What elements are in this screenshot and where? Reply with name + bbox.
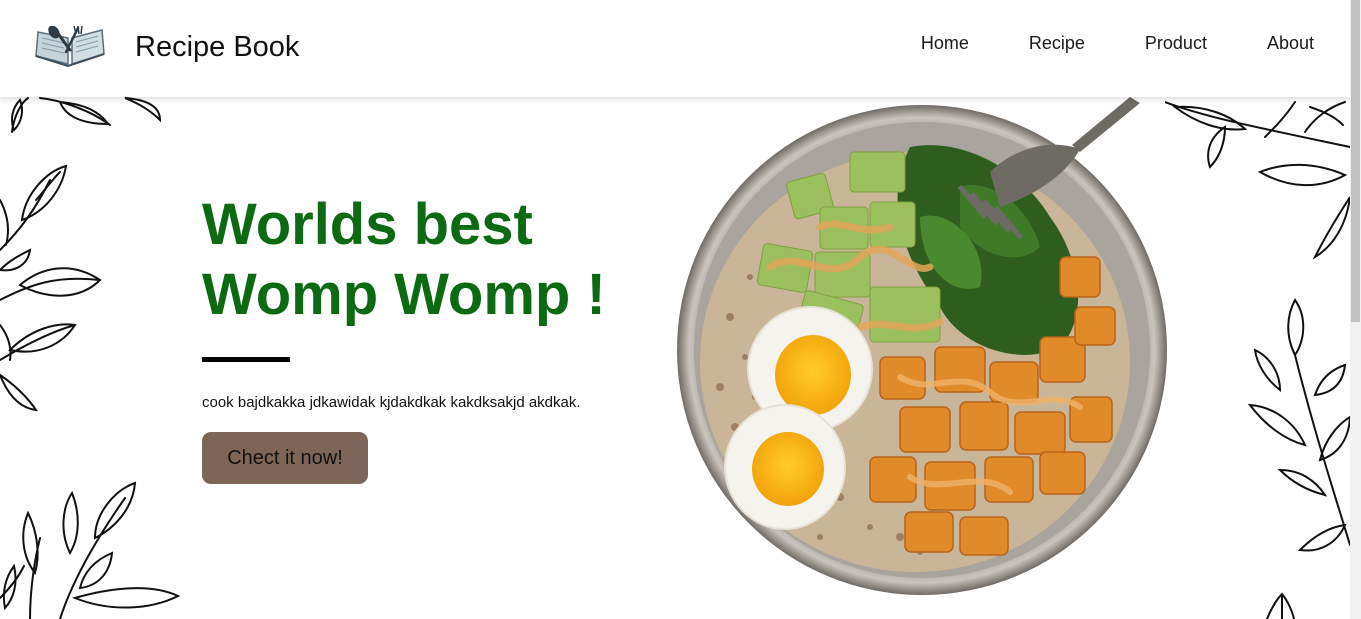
leaf-decoration-right-icon bbox=[1247, 298, 1350, 552]
leaf-decoration-bottom-left-icon bbox=[0, 481, 181, 619]
leaf-decoration-left-icon bbox=[0, 164, 102, 412]
main-nav: Home Recipe Product About bbox=[861, 33, 1314, 53]
scrollbar-thumb[interactable] bbox=[1351, 0, 1360, 322]
hero-description: cook bajdkakka jdkawidak kjdakdkak kakdk… bbox=[202, 394, 581, 411]
leaf-decoration-top-left-icon bbox=[11, 97, 162, 133]
brand-name[interactable]: Recipe Book bbox=[135, 30, 299, 64]
leaf-decoration-top-right-icon bbox=[1165, 101, 1350, 260]
hero-title-line-2: Womp Womp ! bbox=[202, 262, 606, 327]
page: Worlds best Womp Womp ! cook bajdkakka j… bbox=[0, 0, 1361, 619]
vertical-scrollbar[interactable] bbox=[1350, 0, 1361, 619]
open-book-icon[interactable] bbox=[34, 26, 106, 68]
nav-about[interactable]: About bbox=[1267, 33, 1314, 53]
check-it-now-button[interactable]: Chect it now! bbox=[202, 432, 368, 484]
hero-title: Worlds best Womp Womp ! bbox=[202, 190, 662, 330]
nav-product[interactable]: Product bbox=[1145, 33, 1207, 53]
food-bowl-image bbox=[677, 97, 1167, 595]
nav-home[interactable]: Home bbox=[921, 33, 969, 53]
hero-divider bbox=[202, 357, 290, 362]
leaf-decoration-bottom-right-icon bbox=[1266, 592, 1295, 619]
hero-title-line-1: Worlds best bbox=[202, 192, 533, 257]
nav-recipe[interactable]: Recipe bbox=[1029, 33, 1085, 53]
header: Recipe Book Home Recipe Product About bbox=[0, 0, 1350, 97]
